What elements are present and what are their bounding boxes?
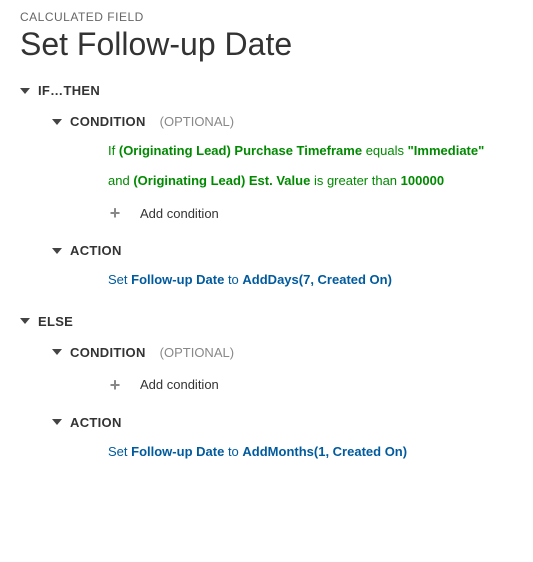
condition-row[interactable]: If (Originating Lead) Purchase Timeframe… bbox=[108, 141, 513, 161]
chevron-down-icon bbox=[52, 119, 62, 125]
condition-header-if[interactable]: CONDITION (OPTIONAL) bbox=[52, 114, 513, 129]
optional-label: (OPTIONAL) bbox=[160, 345, 234, 360]
condition-header-else[interactable]: CONDITION (OPTIONAL) bbox=[52, 345, 513, 360]
action-target: Follow-up Date bbox=[131, 272, 224, 287]
condition-operator: equals bbox=[366, 143, 404, 158]
action-row[interactable]: Set Follow-up Date to AddDays(7, Created… bbox=[108, 270, 513, 290]
if-then-header[interactable]: IF…THEN bbox=[20, 83, 513, 98]
add-condition-button[interactable]: + Add condition bbox=[108, 200, 513, 227]
condition-operator: is greater than bbox=[314, 173, 397, 188]
add-condition-button[interactable]: + Add condition bbox=[108, 372, 513, 399]
add-condition-label: Add condition bbox=[140, 375, 219, 395]
condition-label: CONDITION bbox=[70, 114, 146, 129]
else-header[interactable]: ELSE bbox=[20, 314, 513, 329]
page-title: Set Follow-up Date bbox=[20, 26, 513, 63]
plus-icon: + bbox=[108, 372, 122, 399]
add-condition-label: Add condition bbox=[140, 204, 219, 224]
action-expression: AddDays(7, Created On) bbox=[242, 272, 392, 287]
condition-label: CONDITION bbox=[70, 345, 146, 360]
action-label: ACTION bbox=[70, 243, 122, 258]
action-expression: AddMonths(1, Created On) bbox=[242, 444, 407, 459]
chevron-down-icon bbox=[52, 349, 62, 355]
action-header-if[interactable]: ACTION bbox=[52, 243, 513, 258]
else-label: ELSE bbox=[38, 314, 73, 329]
condition-field: (Originating Lead) Purchase Timeframe bbox=[119, 143, 362, 158]
optional-label: (OPTIONAL) bbox=[160, 114, 234, 129]
chevron-down-icon bbox=[20, 88, 30, 94]
action-target: Follow-up Date bbox=[131, 444, 224, 459]
condition-value: "Immediate" bbox=[408, 143, 485, 158]
if-then-label: IF…THEN bbox=[38, 83, 100, 98]
chevron-down-icon bbox=[52, 248, 62, 254]
chevron-down-icon bbox=[20, 318, 30, 324]
condition-value: 100000 bbox=[401, 173, 444, 188]
plus-icon: + bbox=[108, 200, 122, 227]
condition-field: (Originating Lead) Est. Value bbox=[133, 173, 310, 188]
action-header-else[interactable]: ACTION bbox=[52, 415, 513, 430]
breadcrumb: CALCULATED FIELD bbox=[20, 10, 513, 24]
action-label: ACTION bbox=[70, 415, 122, 430]
action-row[interactable]: Set Follow-up Date to AddMonths(1, Creat… bbox=[108, 442, 513, 462]
chevron-down-icon bbox=[52, 419, 62, 425]
condition-row[interactable]: and (Originating Lead) Est. Value is gre… bbox=[108, 171, 513, 191]
